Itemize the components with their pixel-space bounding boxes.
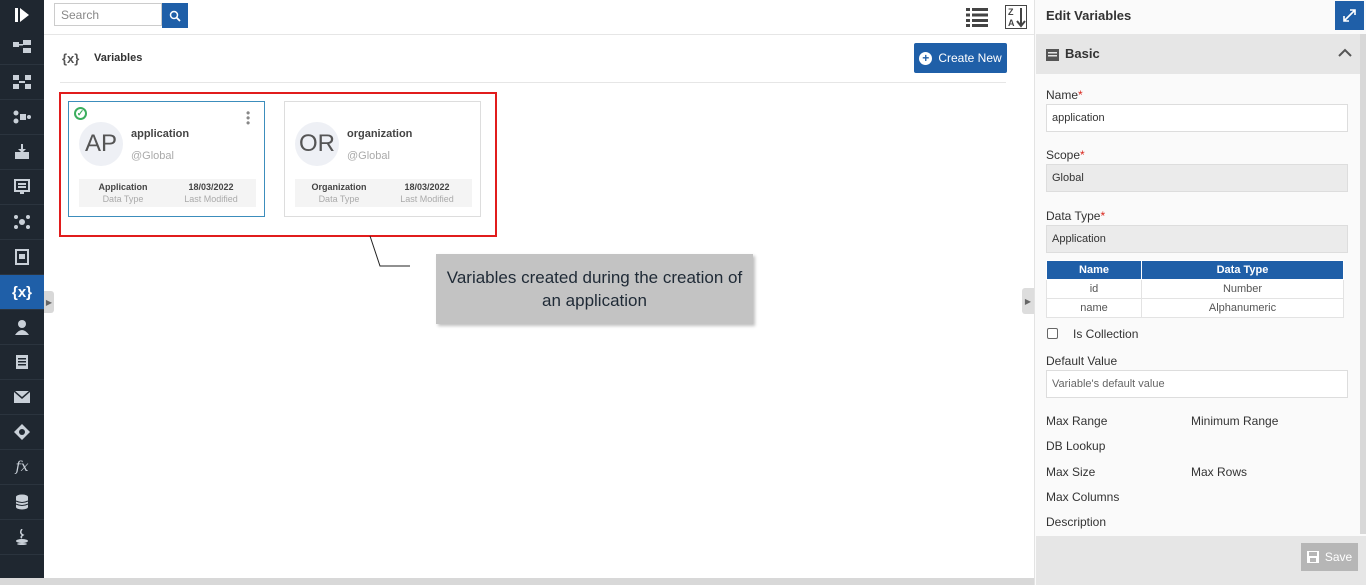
max-columns-label: Max Columns <box>1046 490 1120 504</box>
collapse-left-button[interactable]: ▶ <box>44 291 54 313</box>
expand-icon <box>1343 9 1356 22</box>
variables-icon[interactable]: {x} <box>0 275 44 310</box>
plus-icon: + <box>919 51 933 65</box>
panel-footer: Save <box>1036 536 1366 585</box>
table-cell: id <box>1046 279 1142 299</box>
sort-icon[interactable]: ZA <box>1005 5 1027 29</box>
max-rows-label: Max Rows <box>1191 465 1248 479</box>
is-collection-label: Is Collection <box>1073 327 1139 341</box>
table-row: name Alphanumeric <box>1046 298 1344 318</box>
document-icon[interactable] <box>0 345 44 380</box>
fields-table: Name Data Type id Number name Alphanumer… <box>1046 260 1344 318</box>
svg-text:A: A <box>1008 18 1015 28</box>
bottom-strip <box>0 578 1034 585</box>
expand-button[interactable] <box>1335 1 1364 30</box>
scope-input[interactable]: Global <box>1046 164 1348 192</box>
mail-icon[interactable] <box>0 380 44 415</box>
table-cell: name <box>1046 298 1142 318</box>
rules-icon[interactable] <box>0 415 44 450</box>
edit-variables-panel: Edit Variables Basic Name* application S… <box>1034 0 1366 585</box>
default-value-label: Default Value <box>1046 354 1118 368</box>
save-icon <box>1306 551 1319 563</box>
section-icon <box>1046 49 1059 61</box>
default-value-input[interactable]: Variable's default value <box>1046 370 1348 398</box>
callout-leader-line <box>369 235 410 267</box>
callout-note: Variables created during the creation of… <box>436 254 753 324</box>
function-icon[interactable]: fx <box>0 450 44 485</box>
save-button[interactable]: Save <box>1301 543 1358 571</box>
user-icon[interactable] <box>0 310 44 345</box>
data-type-label: Data Type* <box>1046 209 1106 223</box>
data-type-input[interactable]: Application <box>1046 225 1348 253</box>
panel-title: Edit Variables <box>1046 8 1132 23</box>
save-label: Save <box>1324 550 1353 564</box>
basic-section-header[interactable]: Basic <box>1036 34 1366 74</box>
java-icon[interactable] <box>0 520 44 555</box>
max-size-label: Max Size <box>1046 465 1096 479</box>
table-cell: Number <box>1141 279 1344 299</box>
table-row: id Number <box>1046 279 1344 299</box>
create-new-button[interactable]: + Create New <box>914 43 1007 73</box>
basic-section-label: Basic <box>1065 46 1100 61</box>
chevron-up-icon[interactable] <box>1338 47 1352 57</box>
description-label: Description <box>1046 515 1107 529</box>
database-icon[interactable] <box>0 485 44 520</box>
table-header-name: Name <box>1046 260 1142 280</box>
name-input[interactable]: application <box>1046 104 1348 132</box>
svg-text:Z: Z <box>1008 7 1014 17</box>
collapse-right-button[interactable]: ▶ <box>1022 288 1034 314</box>
name-label: Name* <box>1046 88 1083 102</box>
max-range-label: Max Range <box>1046 414 1108 428</box>
scope-label: Scope* <box>1046 148 1085 162</box>
is-collection-checkbox[interactable] <box>1047 328 1058 339</box>
list-view-icon[interactable] <box>966 7 988 27</box>
create-new-label: Create New <box>938 51 1002 65</box>
db-lookup-label: DB Lookup <box>1046 439 1106 453</box>
scrollbar[interactable] <box>1360 34 1366 534</box>
min-range-label: Minimum Range <box>1191 414 1279 428</box>
table-header-data-type: Data Type <box>1141 260 1344 280</box>
table-cell: Alphanumeric <box>1141 298 1344 318</box>
